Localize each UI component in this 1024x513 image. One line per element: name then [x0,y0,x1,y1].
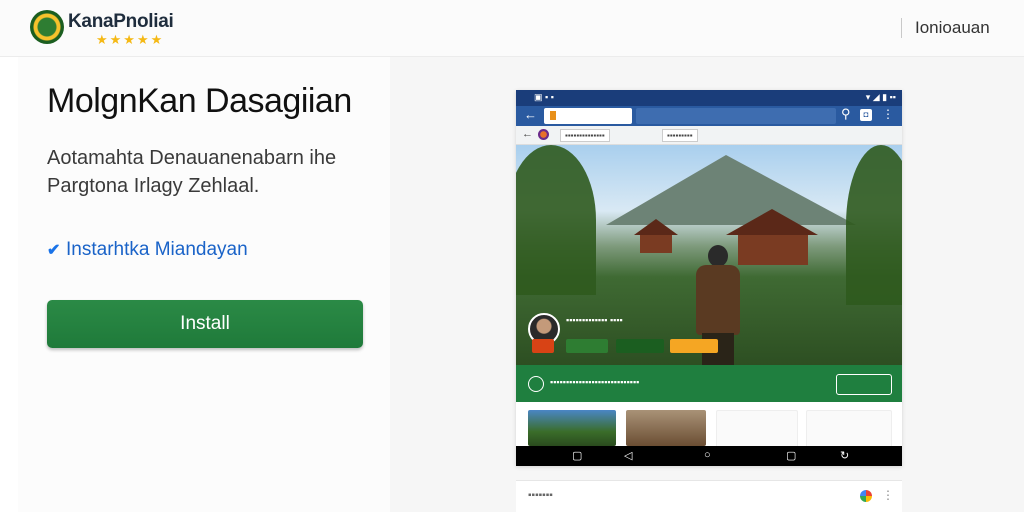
thumbnail [806,410,892,448]
thumbnail [716,410,798,448]
google-icon[interactable] [860,490,872,502]
status-icons-left: ▣ ▪ ▪ [534,92,554,102]
brand-logo-icon[interactable] [30,10,64,44]
install-button[interactable]: Install [47,300,363,348]
checkmark-icon: ✔ [47,242,61,259]
bottom-strip-text: ▪▪▪▪▪▪▪ [528,490,553,501]
rotate-icon: ↻ [840,450,850,462]
house-roof [634,219,678,235]
header-divider [901,18,902,38]
app-description: Aotamahta Denauanenabarn ihe Pargtona Ir… [47,147,337,197]
chip-button [670,339,718,353]
creator-name: ▪▪▪▪▪▪▪▪▪▪▪▪▪ ▪▪▪▪ [566,315,623,325]
home-icon: ○ [704,449,711,461]
phone-tab-bar: ← ▪▪▪▪▪▪▪▪▪▪▪▪▪▪ ▪▪▪▪▪▪▪▪▪ [516,126,902,145]
phone-tab: ▪▪▪▪▪▪▪▪▪ [662,129,698,142]
top-bar: KanaPnoliai ★★★★★ Ionioauan [0,0,1024,57]
tab-back-icon: ← [522,128,533,140]
search-icon: ⚲ [841,106,851,121]
chip-badge [532,339,554,353]
app-screenshot-preview: ▣ ▪ ▪ ▾ ◢ ▮ ▪▪ ← ⚲ ◘ ⋮ ← ▪▪▪▪▪▪▪▪▪▪▪▪▪▪ … [516,90,902,466]
feature-link[interactable]: Instarhtka Miandayan [66,239,248,261]
more-icon: ⋮ [882,107,894,121]
brand-name[interactable]: KanaPnoliai [68,11,174,33]
left-panel [18,57,390,512]
phone-url-box [544,108,632,124]
phone-nav-bar: ▢ ◁ ○ ▢ ↻ [516,446,902,466]
phone-search-box [636,108,836,124]
tabs-icon: ◘ [860,109,872,121]
house [640,235,672,253]
thumbnail [626,410,706,446]
banner-icon [528,376,544,392]
house-roof [726,209,818,235]
phone-thumbnails [516,402,902,448]
phone-tab: ▪▪▪▪▪▪▪▪▪▪▪▪▪▪ [560,129,610,142]
chip-button [566,339,608,353]
chip-button [616,339,664,353]
hero-photo: ▪▪▪▪▪▪▪▪▪▪▪▪▪ ▪▪▪▪ [516,145,902,365]
palm-tree [516,145,596,295]
house [738,235,808,265]
header-link[interactable]: Ionioauan [915,18,990,38]
bottom-strip: ▪▪▪▪▪▪▪ ⋮ [516,480,902,513]
site-favicon-icon [538,129,549,140]
banner-text: ▪▪▪▪▪▪▪▪▪▪▪▪▪▪▪▪▪▪▪▪▪▪▪▪▪▪▪▪ [550,377,640,387]
back-arrow-icon: ← [524,107,537,122]
more-icon[interactable]: ⋮ [882,488,894,502]
rating-stars: ★★★★★ [96,32,165,47]
recent-apps-icon: ▢ [572,450,583,462]
overview-icon: ▢ [786,450,797,462]
back-icon: ◁ [624,450,633,462]
banner-controls [836,374,892,395]
phone-status-bar: ▣ ▪ ▪ ▾ ◢ ▮ ▪▪ [516,90,902,106]
thumbnail [528,410,616,446]
phone-green-banner: ▪▪▪▪▪▪▪▪▪▪▪▪▪▪▪▪▪▪▪▪▪▪▪▪▪▪▪▪ [516,365,902,402]
status-icons-right: ▾ ◢ ▮ ▪▪ [865,92,896,102]
phone-app-bar: ← ⚲ ◘ ⋮ [516,106,902,126]
page-title: MolgnKan Dasagiian [47,82,352,120]
